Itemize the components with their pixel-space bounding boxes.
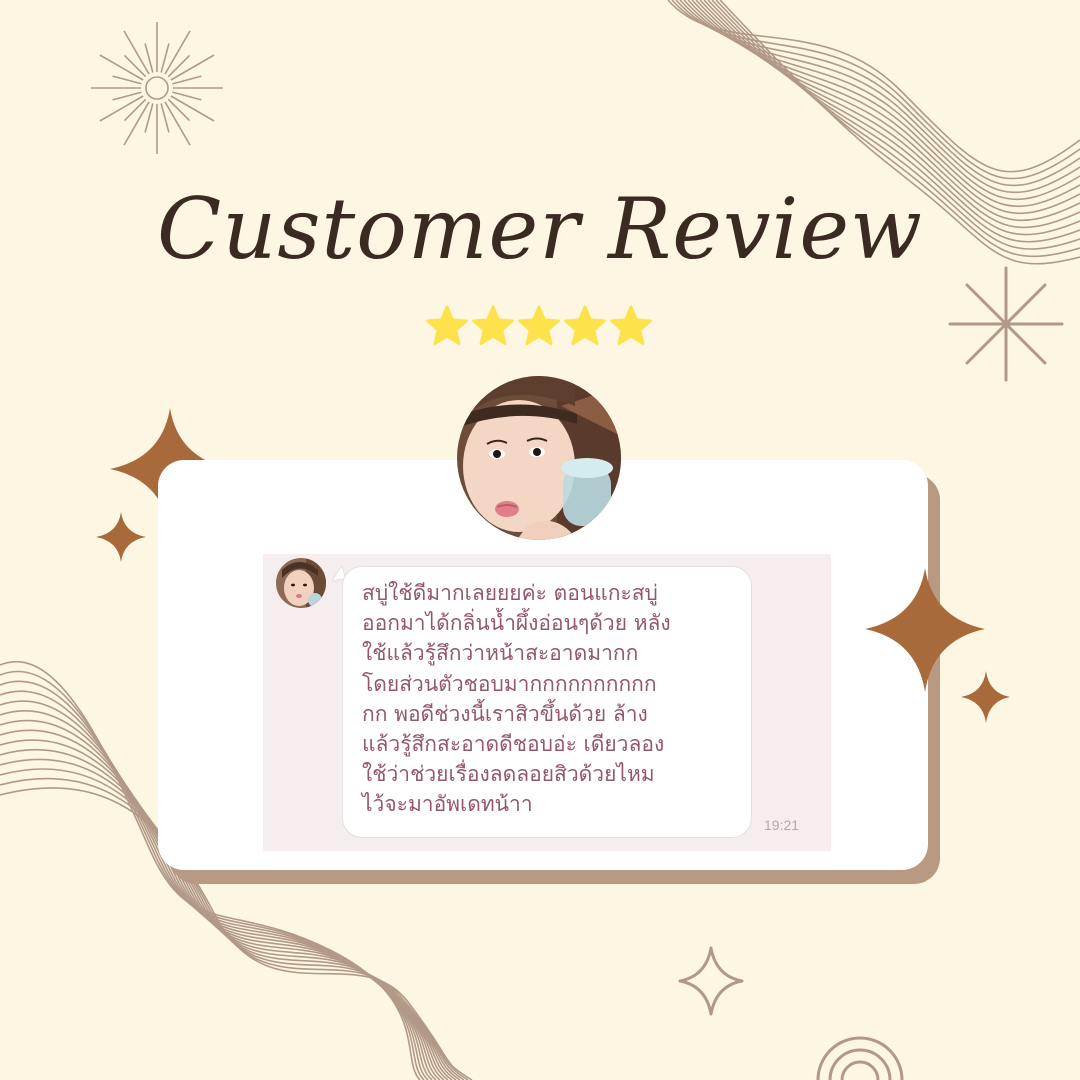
sparkle-icon	[961, 671, 1010, 723]
sparkles-right	[865, 568, 1010, 723]
sparkle-icon	[865, 568, 985, 692]
